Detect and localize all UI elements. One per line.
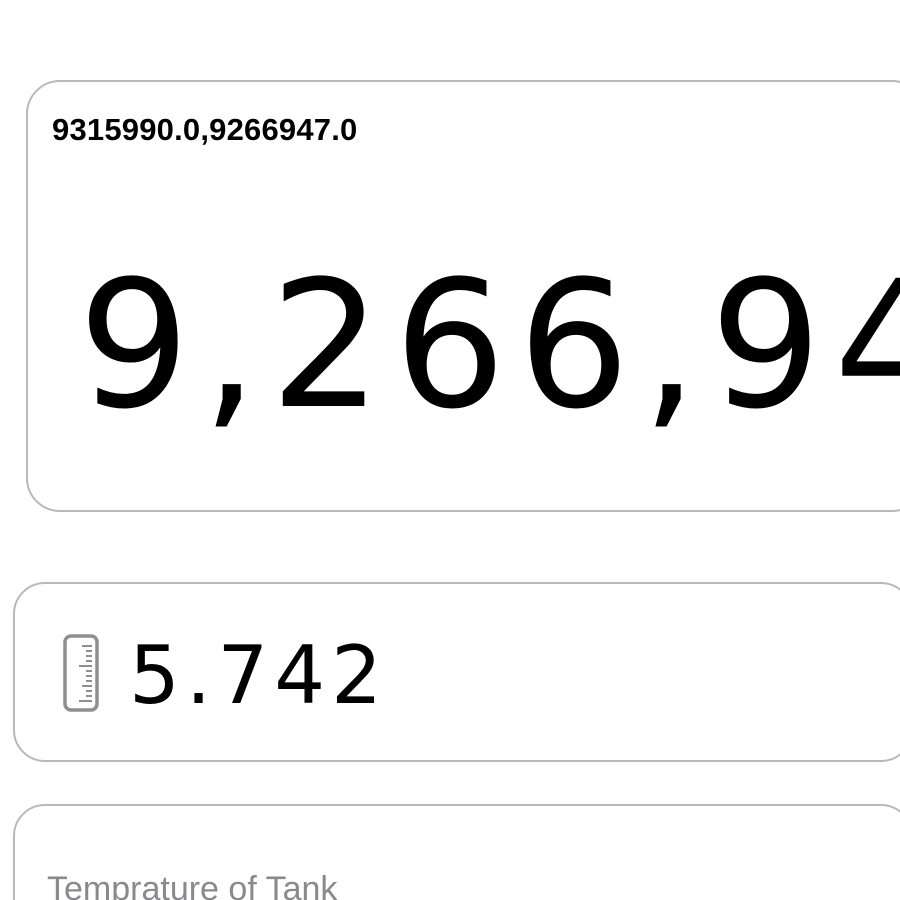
reading-card: 9315990.0,9266947.0 9,266,947 xyxy=(26,80,900,512)
main-reading-value: 9,266,947 xyxy=(78,243,900,448)
temperature-label: Temprature of Tank xyxy=(47,870,338,900)
temperature-card: Temprature of Tank xyxy=(13,804,900,900)
level-value: 5.742 xyxy=(129,629,389,722)
raw-values-text: 9315990.0,9266947.0 xyxy=(52,112,358,147)
level-card: 5.742 xyxy=(13,582,900,762)
ruler-icon xyxy=(63,634,99,716)
